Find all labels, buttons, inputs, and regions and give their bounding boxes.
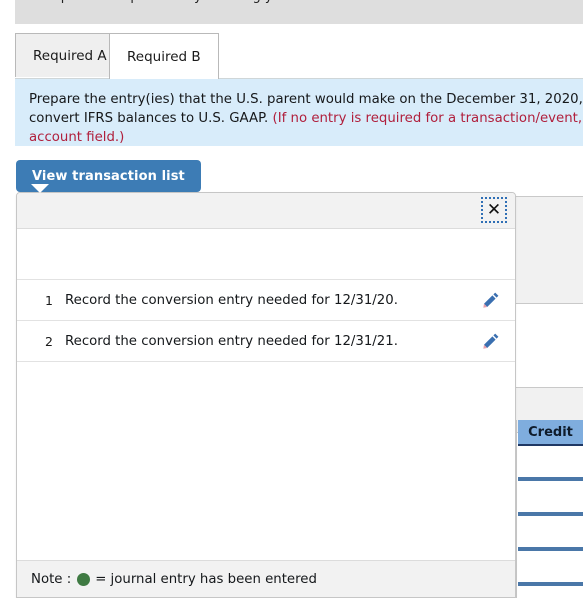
table-row[interactable] — [518, 551, 583, 586]
list-top-spacer — [17, 229, 515, 279]
instruction-line-2-hint: (If no entry is required for a transacti… — [272, 111, 583, 126]
table-row[interactable] — [518, 446, 583, 481]
table-row[interactable] — [518, 586, 583, 598]
transaction-description: Record the conversion entry needed for 1… — [65, 292, 398, 308]
popup-footer-note: Note : = journal entry has been entered — [17, 560, 515, 597]
question-header-text: Complete this question by entering your … — [31, 0, 471, 4]
close-icon[interactable]: ✕ — [481, 197, 507, 223]
instruction-line-2-plain: convert IFRS balances to U.S. GAAP. — [29, 111, 273, 126]
note-label: Note : — [31, 571, 72, 587]
transaction-description: Record the conversion entry needed for 1… — [65, 333, 398, 349]
transaction-list-body: 1 Record the conversion entry needed for… — [17, 229, 515, 563]
required-tabs: Required A Required B — [15, 33, 583, 79]
tab-required-b-label: Required B — [127, 48, 201, 65]
worksheet-screen: Complete this question by entering your … — [0, 0, 583, 598]
list-bottom-divider — [17, 361, 515, 372]
close-icon-glyph: ✕ — [486, 199, 502, 220]
credit-column: Credit — [518, 420, 583, 598]
tab-required-b[interactable]: Required B — [109, 33, 219, 79]
tab-required-a-label: Required A — [33, 47, 107, 64]
question-header-bar: Complete this question by entering your … — [15, 0, 583, 24]
view-transaction-list-label: View transaction list — [32, 168, 185, 184]
instruction-panel: Prepare the entry(ies) that the U.S. par… — [15, 79, 583, 146]
list-item[interactable]: 2 Record the conversion entry needed for… — [17, 320, 515, 361]
pencil-icon[interactable] — [467, 291, 515, 309]
pencil-icon[interactable] — [467, 332, 515, 350]
transaction-number: 2 — [45, 333, 53, 349]
popup-header: ✕ — [17, 193, 515, 229]
transaction-list-popup: ✕ 1 Record the conversion entry needed f… — [16, 192, 516, 598]
instruction-line-3: account field.) — [29, 130, 125, 145]
popup-pointer-notch — [31, 184, 49, 193]
instruction-line-2: convert IFRS balances to U.S. GAAP. (If … — [29, 109, 582, 128]
list-item[interactable]: 1 Record the conversion entry needed for… — [17, 279, 515, 320]
note-text: = journal entry has been entered — [95, 571, 317, 587]
table-left-border — [516, 420, 517, 598]
instruction-line-1: Prepare the entry(ies) that the U.S. par… — [29, 92, 583, 107]
table-row[interactable] — [518, 516, 583, 551]
credit-column-header: Credit — [518, 420, 583, 446]
green-dot-icon — [77, 572, 91, 586]
table-row[interactable] — [518, 481, 583, 516]
transaction-number: 1 — [45, 292, 53, 308]
